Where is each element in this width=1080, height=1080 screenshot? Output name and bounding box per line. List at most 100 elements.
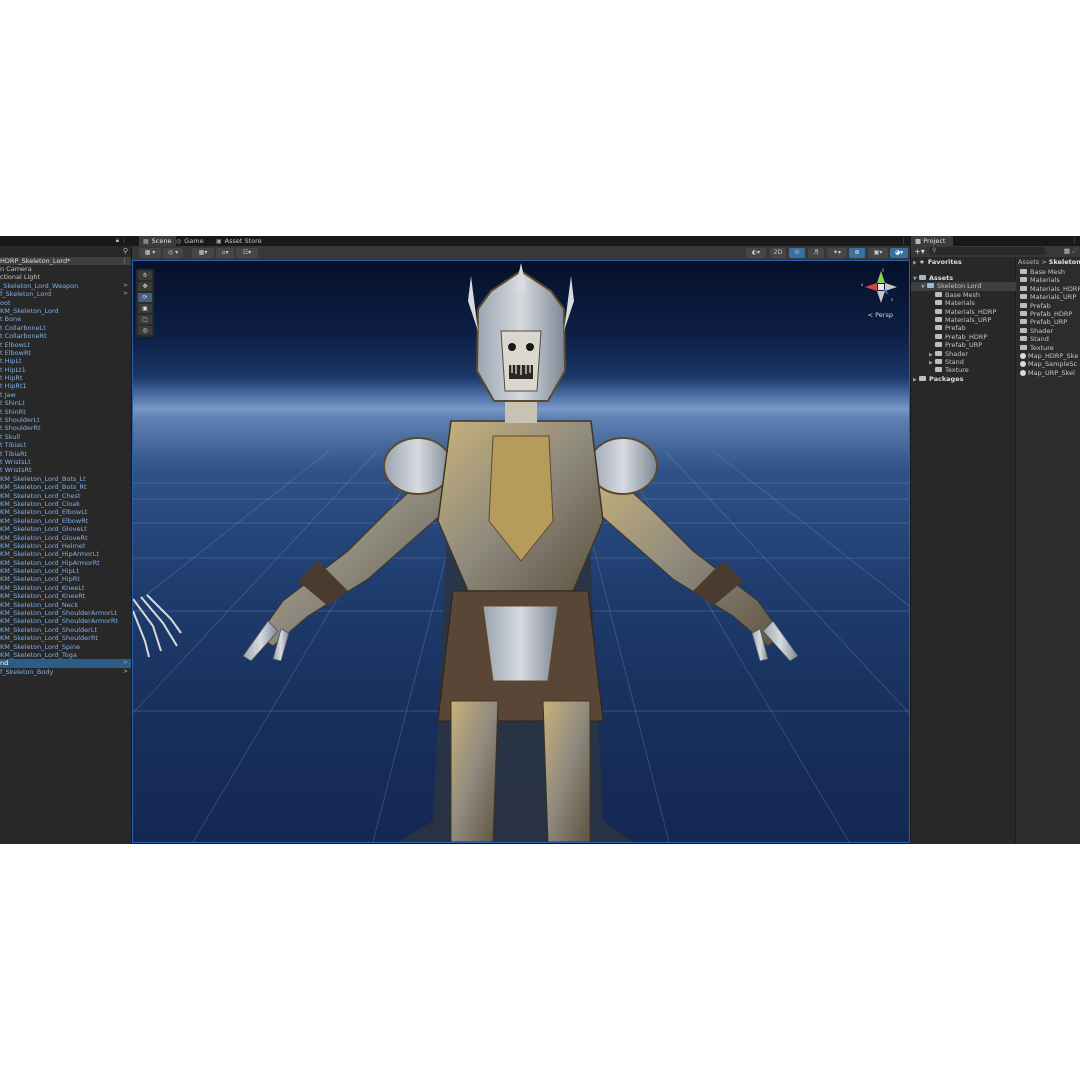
hierarchy-row[interactable]: KM_Skeleton_Lord_ElbowLt <box>0 508 131 516</box>
project-tree-row[interactable]: ▶ Stand <box>911 358 964 366</box>
hierarchy-row[interactable]: KM_Skeleton_Lord_Neck <box>0 601 131 609</box>
hierarchy-row[interactable]: KM_Skeleton_Lord_ShoulderArmorLt <box>0 609 131 617</box>
hierarchy-row[interactable]: t HipLt <box>0 357 131 365</box>
folder-asset-item[interactable]: Stand <box>1020 335 1049 343</box>
lock-icon[interactable]: 🔒︎ <box>116 237 119 245</box>
hierarchy-row[interactable]: KM_Skeleton_Lord_Helmet <box>0 542 131 550</box>
tab-project[interactable]: ■ Project <box>911 236 954 246</box>
project-tree-row[interactable]: Prefab_URP <box>911 341 982 349</box>
hierarchy-row[interactable]: f_Skeleton_Lord > <box>0 290 131 298</box>
tab-game[interactable]: ◎ Game <box>172 236 208 246</box>
hierarchy-row[interactable]: KM_Skeleton_Lord_ShoulderLt <box>0 626 131 634</box>
open-prefab-arrow[interactable]: > <box>123 290 128 298</box>
hierarchy-row[interactable]: KM_Skeleton_Lord_HipArmorLt <box>0 550 131 558</box>
project-tree-row[interactable]: Materials_HDRP <box>911 308 996 316</box>
hierarchy-row[interactable]: t TibiaRt <box>0 450 131 458</box>
hierarchy-row[interactable]: KM_Skeleton_Lord_ShoulderArmorRt <box>0 617 131 625</box>
shading-mode-dropdown[interactable]: ◐▾ <box>746 248 766 258</box>
hierarchy-row[interactable]: ctional Light <box>0 273 131 281</box>
hierarchy-row[interactable]: t TibiaLt <box>0 441 131 449</box>
more-menu-icon[interactable]: ⋮ <box>901 236 908 246</box>
folder-asset-item[interactable]: Prefab_HDRP <box>1020 310 1072 318</box>
search-icon[interactable]: ⚲ <box>123 247 128 255</box>
hierarchy-row[interactable]: t HipRt1 <box>0 382 131 390</box>
folder-asset-item[interactable]: Materials_URP <box>1020 293 1076 301</box>
folder-asset-item[interactable]: Base Mesh <box>1020 268 1065 276</box>
hierarchy-row[interactable]: KM_Skeleton_Lord_GloveRt <box>0 534 131 542</box>
hierarchy-row[interactable]: oot <box>0 299 131 307</box>
folder-asset-item[interactable]: Materials_HDRP <box>1020 285 1080 293</box>
breadcrumb-root[interactable]: Assets <box>1018 258 1039 266</box>
rect-tool-button[interactable]: ▢ <box>138 315 152 324</box>
hierarchy-row[interactable]: t Bone <box>0 315 131 323</box>
hierarchy-row[interactable]: KM_Skeleton_Lord <box>0 307 131 315</box>
folder-asset-item[interactable]: Texture <box>1020 344 1054 352</box>
hierarchy-row[interactable]: t ShoulderLt <box>0 416 131 424</box>
move-tool-button[interactable]: ✥ <box>138 282 152 291</box>
hierarchy-row[interactable]: t Jaw <box>0 391 131 399</box>
hierarchy-row[interactable]: KM_Skeleton_Lord_Bots_Lt <box>0 475 131 483</box>
project-tree-row[interactable]: ▶ Shader <box>911 350 968 358</box>
hierarchy-row[interactable]: KM_Skeleton_Lord_Toga <box>0 651 131 659</box>
hierarchy-row[interactable]: nd > <box>0 659 131 668</box>
hierarchy-row[interactable]: t ShinRt <box>0 408 131 416</box>
hierarchy-row[interactable]: KM_Skeleton_Lord_KneeLt <box>0 584 131 592</box>
folder-asset-item[interactable]: Shader <box>1020 327 1053 335</box>
scene-header-row[interactable]: HDRP_Skeleton_Lord* ⋮ <box>0 257 131 265</box>
rotate-tool-button[interactable]: ⟳ <box>138 293 152 302</box>
hand-tool-button[interactable]: ✋︎ <box>138 271 152 280</box>
project-tree-row[interactable]: Materials_URP <box>911 316 991 324</box>
hierarchy-row[interactable]: KM_Skeleton_Lord_Bots_Rt <box>0 483 131 491</box>
open-prefab-arrow[interactable]: > <box>123 282 128 290</box>
create-button[interactable]: +▾ <box>914 246 925 257</box>
folder-asset-item[interactable]: Prefab <box>1020 302 1051 310</box>
more-menu-icon[interactable]: ⋮ <box>1072 236 1079 246</box>
hierarchy-row[interactable]: KM_Skeleton_Lord_ShoulderRt <box>0 634 131 642</box>
scene-asset-item[interactable]: Map_SampleSc <box>1020 360 1077 368</box>
hierarchy-row[interactable]: n Camera <box>0 265 131 273</box>
hierarchy-row[interactable]: f_Skeleton_Body > <box>0 668 131 676</box>
hierarchy-row[interactable]: t CollarboneRt <box>0 332 131 340</box>
breadcrumb-current[interactable]: Skeleton Lo <box>1049 258 1080 266</box>
hierarchy-row[interactable]: KM_Skeleton_Lord_HipArmorRt <box>0 559 131 567</box>
hierarchy-row[interactable]: t ShoulderRt <box>0 424 131 432</box>
hierarchy-row[interactable]: t CollarboneLt <box>0 324 131 332</box>
scene-viewport[interactable]: ✋︎ ✥ ⟳ ▣ ▢ ◎ y x z < Persp <box>132 260 910 843</box>
hierarchy-row[interactable]: t WristsLt <box>0 458 131 466</box>
audio-toggle-button[interactable]: ♬ <box>808 248 824 258</box>
open-prefab-arrow[interactable]: > <box>123 659 128 667</box>
folder-asset-item[interactable]: Prefab_URP <box>1020 318 1067 326</box>
orientation-gizmo[interactable]: y x z <box>861 267 901 307</box>
project-tree-row[interactable]: Prefab <box>911 324 966 332</box>
draw-mode-dropdown[interactable]: ▦ ▾ <box>139 248 161 258</box>
scene-asset-item[interactable]: Map_URP_Skel <box>1020 369 1075 377</box>
align-dropdown[interactable]: ☷▾ <box>236 248 258 258</box>
favorites-row[interactable]: ▶ ★ Favorites <box>913 258 962 266</box>
scene-asset-item[interactable]: Map_HDRP_Ske <box>1020 352 1078 360</box>
camera-dropdown[interactable]: ▣▾ <box>868 248 888 258</box>
increment-snap-dropdown[interactable]: ▫▾ <box>216 248 234 258</box>
hierarchy-row[interactable]: KM_Skeleton_Lord_ElbowRt <box>0 517 131 525</box>
hierarchy-row[interactable]: t ShinLt <box>0 399 131 407</box>
hierarchy-row[interactable]: t Skull <box>0 433 131 441</box>
hierarchy-search-bar[interactable]: ⚲ <box>0 246 131 257</box>
project-tree-row[interactable]: ▶ Packages <box>911 375 963 383</box>
projection-toggle[interactable]: < Persp <box>868 311 893 319</box>
hierarchy-row[interactable]: t HipLt1 <box>0 366 131 374</box>
folder-asset-item[interactable]: Materials <box>1020 276 1060 284</box>
hierarchy-row[interactable]: t HipRt <box>0 374 131 382</box>
project-tree-row[interactable]: Prefab_HDRP <box>911 333 987 341</box>
grid-snap-dropdown[interactable]: ▦▾ <box>192 248 214 258</box>
hierarchy-row[interactable]: KM_Skeleton_Lord_HipLt <box>0 567 131 575</box>
pivot-dropdown[interactable]: ◎ ▾ <box>163 248 183 258</box>
2d-toggle-button[interactable]: 2D <box>770 248 786 258</box>
hierarchy-row[interactable]: KM_Skeleton_Lord_Cloak <box>0 500 131 508</box>
search-by-label-icon[interactable]: ☄ <box>1072 246 1078 257</box>
effects-dropdown[interactable]: ✦▾ <box>827 248 847 258</box>
project-tree-row[interactable]: Materials <box>911 299 975 307</box>
hierarchy-row[interactable]: t WristsRt <box>0 466 131 474</box>
project-tree-row[interactable]: Base Mesh <box>911 291 980 299</box>
project-tree-row[interactable]: ▼ Assets <box>911 274 953 282</box>
project-search-input[interactable]: ⚲ <box>929 247 1045 255</box>
hidden-objects-button[interactable]: ⊘ <box>849 248 865 258</box>
